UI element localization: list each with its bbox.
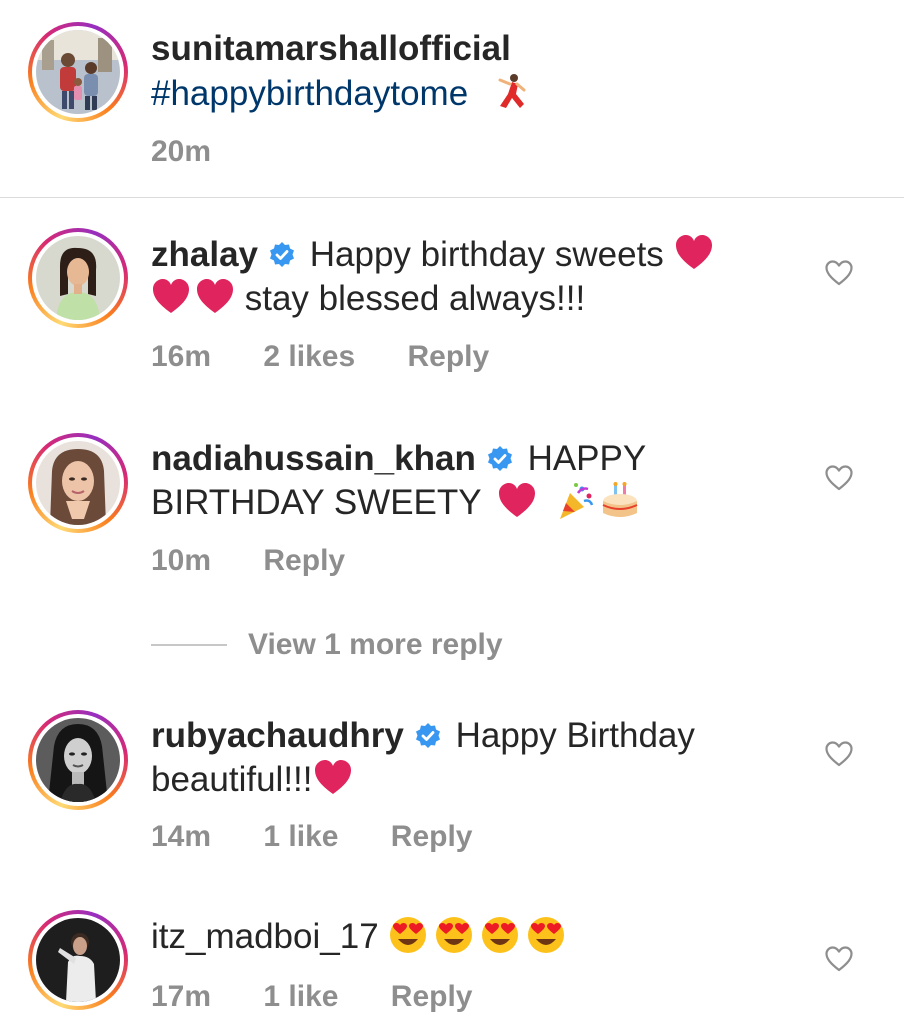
- comment-time: 16m: [151, 340, 212, 373]
- comment-username[interactable]: zhalay: [151, 235, 258, 274]
- reply-button[interactable]: Reply: [263, 543, 345, 579]
- like-heart-icon[interactable]: [824, 740, 854, 768]
- comment-meta-nadiahussain-khan: 10m Reply: [151, 543, 345, 579]
- caption-divider: [0, 197, 904, 198]
- comment-text-zhalay-line2: stay blessed always!!!: [151, 277, 585, 321]
- reply-button[interactable]: Reply: [407, 339, 489, 375]
- comment-avatar-zhalay[interactable]: [28, 228, 128, 328]
- like-heart-icon[interactable]: [824, 945, 854, 973]
- comment-text-nadiahussain-khan-line2: BIRTHDAY SWEETY: [151, 481, 640, 525]
- post-caption: #happybirthdaytome: [151, 72, 530, 116]
- caption-hashtag[interactable]: #happybirthdaytome: [151, 74, 468, 113]
- comment-meta-zhalay: 16m 2 likes Reply: [151, 339, 489, 375]
- comment-text-rubyachaudhry-line2: beautiful!!!: [151, 758, 353, 802]
- comment-body-line2: beautiful!!!: [151, 760, 313, 799]
- red-heart-emoji: [497, 481, 537, 521]
- view-more-replies-button[interactable]: View 1 more reply: [248, 627, 503, 663]
- reply-button[interactable]: Reply: [391, 819, 473, 855]
- comment-avatar-itz-madboi-17[interactable]: [28, 910, 128, 1010]
- comment-text-itz-madboi-17: itz_madboi_17: [151, 915, 566, 959]
- comment-body-line1: HAPPY: [527, 439, 647, 478]
- verified-badge-icon: [414, 722, 442, 750]
- comment-likes[interactable]: 2 likes: [263, 339, 355, 375]
- comment-body-line2: stay blessed always!!!: [244, 279, 586, 318]
- heart-eyes-emoji: [526, 915, 566, 955]
- comment-text-nadiahussain-khan: nadiahussain_khan HAPPY: [151, 437, 646, 481]
- avatar-photo: [36, 30, 120, 114]
- post-author-avatar[interactable]: [28, 22, 128, 122]
- post-author-username[interactable]: sunitamarshallofficial: [151, 27, 511, 71]
- comment-body-line1: Happy birthday sweets: [309, 235, 664, 274]
- comment-username[interactable]: itz_madboi_17: [151, 917, 379, 956]
- avatar-photo: [36, 718, 120, 802]
- like-heart-icon[interactable]: [824, 464, 854, 492]
- avatar-photo: [36, 918, 120, 1002]
- comment-meta-itz-madboi-17: 17m 1 like Reply: [151, 979, 473, 1015]
- post-meta: 20m: [151, 134, 211, 170]
- avatar-photo: [36, 236, 120, 320]
- comment-body-line1: Happy Birthday: [455, 716, 695, 755]
- comment-username[interactable]: rubyachaudhry: [151, 716, 404, 755]
- heart-eyes-emoji: [434, 915, 474, 955]
- comment-time: 10m: [151, 544, 212, 577]
- reply-button[interactable]: Reply: [391, 979, 473, 1015]
- party-popper-emoji: [556, 481, 596, 521]
- heart-eyes-emoji: [480, 915, 520, 955]
- red-heart-emoji: [151, 277, 191, 317]
- comment-text-zhalay: zhalay Happy birthday sweets: [151, 233, 714, 277]
- comment-time: 14m: [151, 820, 212, 853]
- heart-eyes-emoji: [388, 915, 428, 955]
- comment-avatar-nadiahussain-khan[interactable]: [28, 433, 128, 533]
- comment-likes[interactable]: 1 like: [263, 819, 338, 855]
- comment-body-line2: BIRTHDAY SWEETY: [151, 483, 481, 522]
- red-heart-emoji: [674, 233, 714, 273]
- comment-text-rubyachaudhry: rubyachaudhry Happy Birthday: [151, 714, 695, 758]
- comment-username[interactable]: nadiahussain_khan: [151, 439, 476, 478]
- red-heart-emoji: [313, 758, 353, 798]
- verified-badge-icon: [268, 241, 296, 269]
- comments-screen: sunitamarshallofficial #happybirthdaytom…: [0, 0, 904, 1024]
- avatar-photo: [36, 441, 120, 525]
- comment-avatar-rubyachaudhry[interactable]: [28, 710, 128, 810]
- like-heart-icon[interactable]: [824, 259, 854, 287]
- red-heart-emoji: [195, 277, 235, 317]
- verified-badge-icon: [486, 445, 514, 473]
- comment-time: 17m: [151, 980, 212, 1013]
- comment-meta-rubyachaudhry: 14m 1 like Reply: [151, 819, 473, 855]
- dancer-emoji: [490, 72, 530, 112]
- birthday-cake-emoji: [600, 481, 640, 521]
- post-time: 20m: [151, 135, 212, 168]
- comment-likes[interactable]: 1 like: [263, 979, 338, 1015]
- replies-divider: [151, 644, 227, 646]
